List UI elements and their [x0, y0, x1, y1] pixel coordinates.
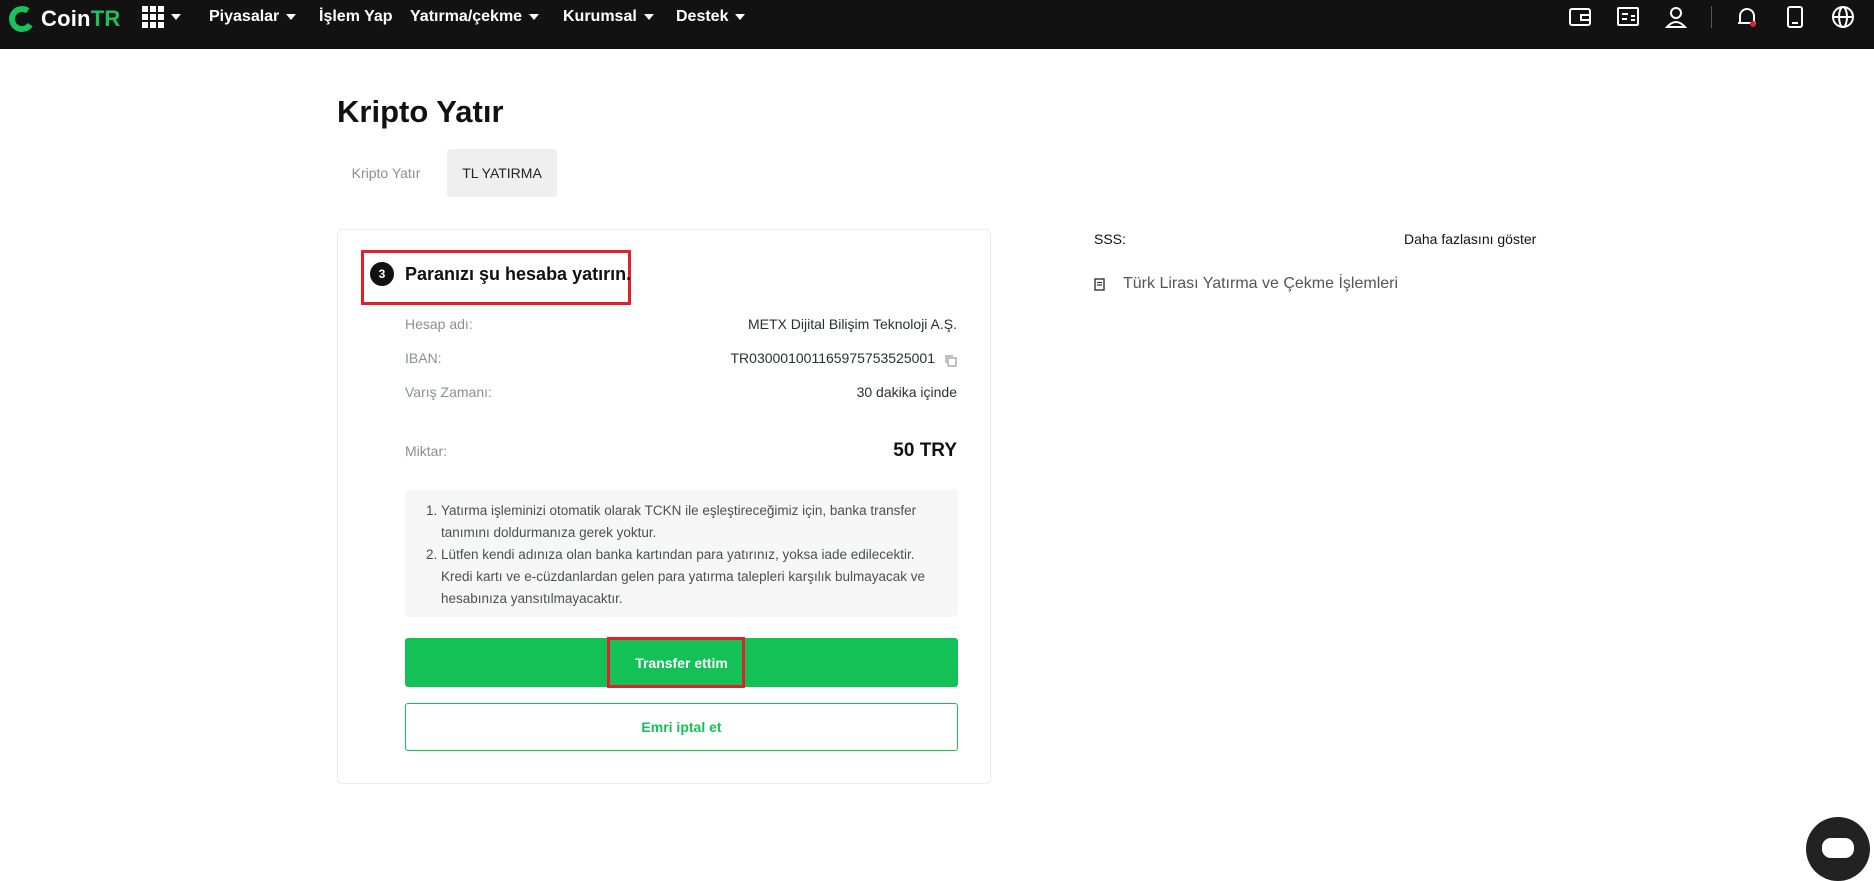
- bell-icon[interactable]: [1734, 4, 1760, 30]
- step-title: Paranızı şu hesaba yatırın.: [405, 264, 632, 284]
- note-item: Lütfen kendi adınıza olan banka kartında…: [441, 544, 944, 610]
- nav-piyasalar[interactable]: Piyasalar: [209, 8, 297, 26]
- nav-islem-yap-label: İşlem Yap: [319, 8, 393, 25]
- nav-islem-yap[interactable]: İşlem Yap: [319, 8, 393, 26]
- deposit-notes: Yatırma işleminizi otomatik olarak TCKN …: [405, 490, 958, 617]
- document-icon: [1094, 277, 1105, 291]
- iban-value: TR030001001165975753525001: [730, 350, 936, 366]
- nav-kurumsal[interactable]: Kurumsal: [563, 8, 654, 26]
- copy-icon[interactable]: [945, 354, 957, 367]
- tab-kripto-yatir[interactable]: Kripto Yatır: [337, 149, 435, 197]
- tab-tl-yatirma[interactable]: TL YATIRMA: [447, 149, 557, 197]
- step-number-badge: 3: [370, 262, 394, 286]
- arrival-time-value: 30 dakika içinde: [856, 384, 957, 400]
- account-name-value: METX Dijital Bilişim Teknoloji A.Ş.: [747, 316, 957, 332]
- nav-yatirma-cekme-label: Yatırma/çekme: [410, 8, 523, 25]
- faq-show-more-link[interactable]: Daha fazlasını göster: [1404, 231, 1536, 247]
- button-highlight-box: [607, 637, 745, 688]
- top-navbar: CoinTR Piyasalar İşlem Yap Yatırma/çekme…: [0, 0, 1874, 49]
- nav-icon-bar: [1545, 4, 1856, 30]
- faq-title: SSS:: [1094, 231, 1126, 247]
- apps-grid-icon: [142, 6, 164, 28]
- chevron-down-icon: [643, 14, 654, 20]
- wallet-icon[interactable]: [1567, 4, 1593, 30]
- cointr-logo[interactable]: CoinTR: [6, 3, 121, 35]
- cancel-order-button[interactable]: Emri iptal et: [405, 703, 958, 751]
- chevron-down-icon: [286, 14, 297, 20]
- amount-label: Miktar:: [405, 443, 447, 459]
- nav-piyasalar-label: Piyasalar: [209, 8, 280, 25]
- page-title: Kripto Yatır: [337, 94, 504, 129]
- nav-kurumsal-label: Kurumsal: [563, 8, 637, 25]
- chevron-down-icon: [529, 14, 540, 20]
- account-name-label: Hesap adı:: [405, 316, 473, 332]
- tablet-icon[interactable]: [1782, 4, 1808, 30]
- chat-bubble-icon: [1822, 838, 1854, 858]
- faq-item[interactable]: Türk Lirası Yatırma ve Çekme İşlemleri: [1094, 275, 1398, 293]
- nav-destek[interactable]: Destek: [676, 8, 746, 26]
- arrival-time-label: Varış Zamanı:: [405, 384, 492, 400]
- brand-prefix: Coin: [41, 6, 91, 31]
- brand-suffix: TR: [90, 6, 121, 31]
- iban-label: IBAN:: [405, 350, 442, 366]
- note-item: Yatırma işleminizi otomatik olarak TCKN …: [441, 500, 944, 544]
- orders-icon[interactable]: [1615, 4, 1641, 30]
- nav-destek-label: Destek: [676, 8, 729, 25]
- chevron-down-icon: [171, 14, 181, 20]
- nav-divider: [1711, 6, 1712, 28]
- amount-value: 50 TRY: [893, 440, 957, 461]
- user-icon[interactable]: [1663, 4, 1689, 30]
- nav-yatirma-cekme[interactable]: Yatırma/çekme: [410, 8, 540, 26]
- apps-menu-button[interactable]: [142, 6, 181, 28]
- faq-item-label: Türk Lirası Yatırma ve Çekme İşlemleri: [1123, 275, 1399, 292]
- globe-icon[interactable]: [1830, 4, 1856, 30]
- logo-mark-icon: [6, 3, 38, 35]
- chevron-down-icon: [735, 14, 746, 20]
